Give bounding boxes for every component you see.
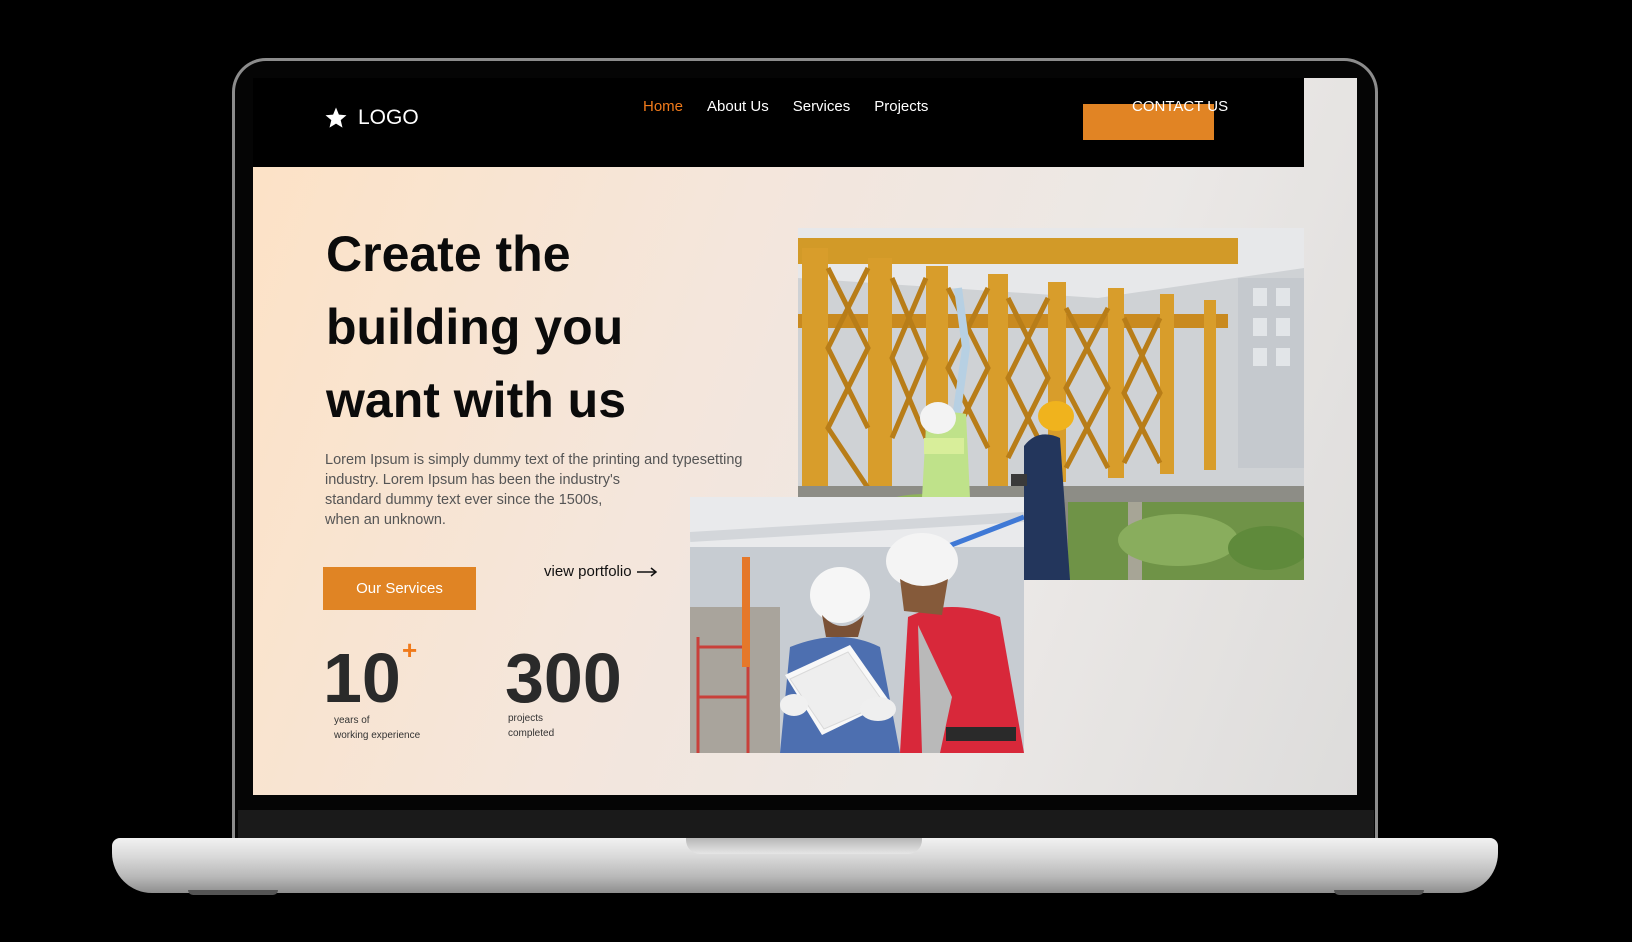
stat-experience-value: 10 (323, 639, 401, 717)
arrow-right-icon (636, 566, 657, 577)
star-icon (325, 107, 347, 128)
stat-projects-label: projects completed (508, 711, 554, 741)
view-portfolio-link[interactable]: view portfolio (544, 563, 658, 580)
stat-experience-suffix: + (402, 635, 418, 665)
nav-link-services[interactable]: Services (793, 98, 851, 115)
stat-experience: 10 + years of working experience (323, 635, 463, 743)
nav-link-projects[interactable]: Projects (874, 98, 928, 115)
screen-bezel-bottom (238, 810, 1374, 840)
stat-projects-value: 300 (505, 639, 622, 717)
nav-link-home[interactable]: Home (643, 98, 683, 115)
stat-projects: 300 projects completed (505, 643, 655, 743)
stat-label-line: completed (508, 728, 555, 739)
hero-description-line: industry. Lorem Ipsum has been the indus… (325, 472, 621, 488)
workers-reviewing-plans-photo (690, 497, 1024, 753)
our-services-button[interactable]: Our Services (323, 567, 476, 610)
contact-button-label[interactable]: CONTACT US (1132, 98, 1228, 115)
hero-title-line: want with us (326, 372, 626, 428)
laptop-hinge-notch (686, 838, 922, 854)
laptop-mockup: LOGO Home About Us Services Projects CON… (0, 0, 1632, 942)
hero-description-line: Lorem Ipsum is simply dummy text of the … (325, 452, 743, 468)
hero-title-line: building you (326, 299, 624, 355)
stat-label-line: projects (508, 713, 544, 724)
laptop-foot-left (188, 890, 278, 895)
nav-link-about-us[interactable]: About Us (707, 98, 769, 115)
logo-text: LOGO (358, 106, 419, 129)
nav-links: Home About Us Services Projects (643, 98, 928, 115)
hero-title: Create the building you want with us (326, 218, 626, 437)
laptop-foot-right (1334, 890, 1424, 895)
view-portfolio-label: view portfolio (544, 563, 632, 580)
stat-label-line: years of (334, 715, 370, 726)
navbar: LOGO Home About Us Services Projects CON… (253, 78, 1304, 167)
stat-experience-label: years of working experience (334, 713, 420, 743)
hero-title-line: Create the (326, 226, 571, 282)
website-screen: LOGO Home About Us Services Projects CON… (253, 78, 1357, 795)
logo[interactable]: LOGO (323, 106, 419, 130)
stat-label-line: working experience (334, 730, 421, 741)
